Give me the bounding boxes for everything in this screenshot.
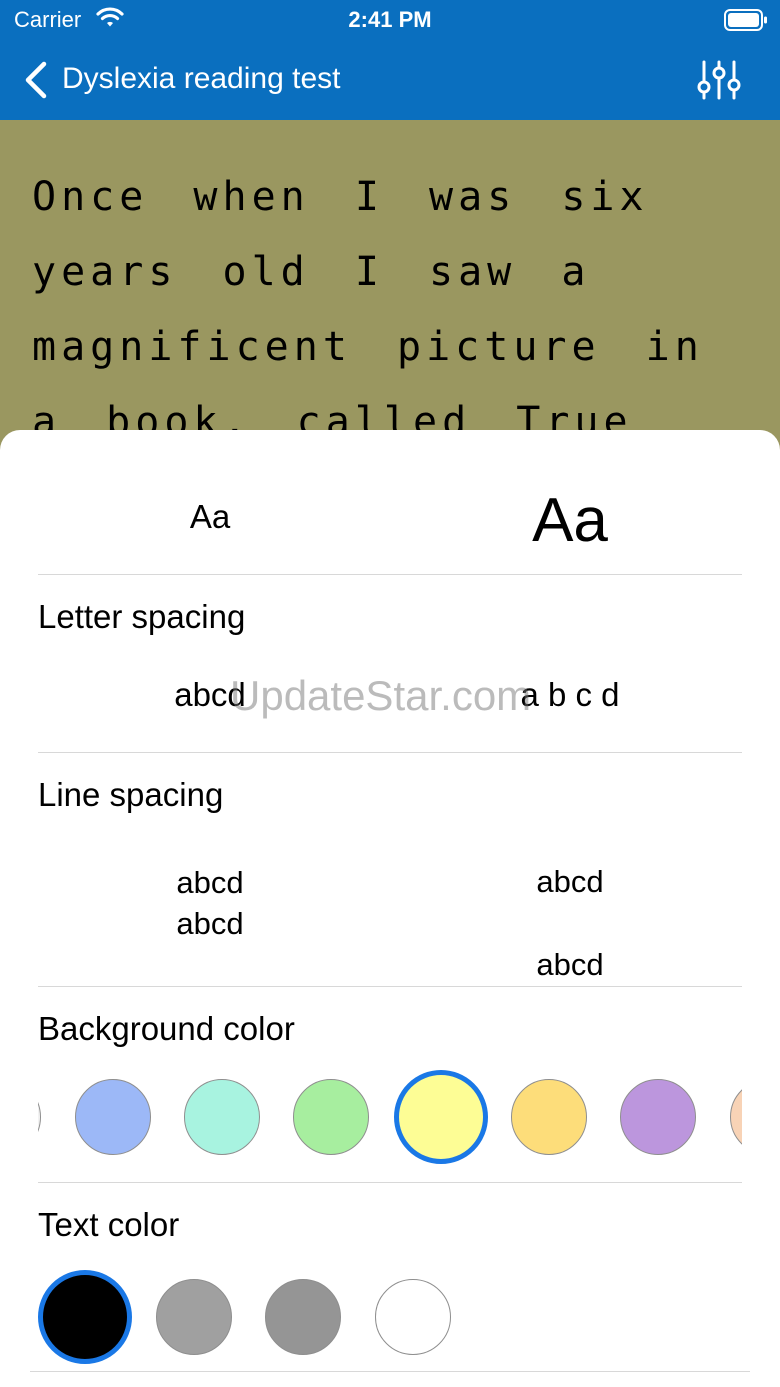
letter-spacing-title: Letter spacing	[38, 598, 246, 635]
navigation-bar: Dyslexia reading test	[0, 40, 780, 120]
background-swatch-peach[interactable]	[730, 1079, 742, 1155]
line-spacing-title: Line spacing	[38, 776, 224, 813]
letter-spacing-wide-option[interactable]: a b c d	[470, 676, 670, 714]
line-spacing-loose-line: abcd	[536, 864, 604, 899]
divider	[38, 1182, 742, 1183]
reading-text: Once when I was six years old I saw a ma…	[32, 174, 704, 445]
background-swatch-orange[interactable]	[511, 1079, 587, 1155]
text-swatch-black[interactable]	[38, 1270, 132, 1364]
divider	[38, 752, 742, 753]
line-spacing-tight-line: abcd	[176, 865, 244, 900]
back-chevron-icon[interactable]	[22, 60, 50, 100]
font-size-large-option[interactable]: Aa	[470, 485, 670, 556]
letter-spacing-narrow-option[interactable]: abcd	[120, 676, 300, 714]
line-spacing-tight-option[interactable]: abcd abcd	[140, 862, 280, 944]
clock: 2:41 PM	[348, 7, 432, 32]
line-spacing-loose-option[interactable]: abcd abcd	[500, 840, 640, 1006]
background-swatch-blue[interactable]	[75, 1079, 151, 1155]
divider	[30, 1371, 750, 1372]
background-swatch-purple[interactable]	[620, 1079, 696, 1155]
battery-icon	[724, 9, 767, 31]
text-swatch-white[interactable]	[375, 1279, 451, 1355]
line-spacing-tight-line: abcd	[176, 906, 244, 941]
background-color-title: Background color	[38, 1010, 295, 1047]
text-swatch-gray[interactable]	[156, 1279, 232, 1355]
background-swatch-yellow[interactable]	[394, 1070, 488, 1164]
settings-sheet: Aa Aa Letter spacing abcd a b c d Line s…	[0, 430, 780, 1387]
background-swatch-green[interactable]	[293, 1079, 369, 1155]
sliders-settings-icon[interactable]	[696, 58, 742, 102]
status-bar: Carrier 2:41 PM	[0, 0, 780, 40]
reading-area: Once when I was six years old I saw a ma…	[0, 120, 780, 450]
background-swatch-white[interactable]	[38, 1079, 41, 1155]
divider	[38, 574, 742, 575]
text-swatch-darkgray[interactable]	[265, 1279, 341, 1355]
line-spacing-loose-line: abcd	[536, 947, 604, 982]
divider	[38, 986, 742, 987]
background-swatch-mint[interactable]	[184, 1079, 260, 1155]
page-title[interactable]: Dyslexia reading test	[62, 62, 340, 96]
background-color-swatches	[38, 1060, 742, 1172]
font-size-small-option[interactable]: Aa	[150, 498, 270, 536]
text-color-title: Text color	[38, 1206, 180, 1243]
text-color-swatches	[38, 1260, 742, 1372]
